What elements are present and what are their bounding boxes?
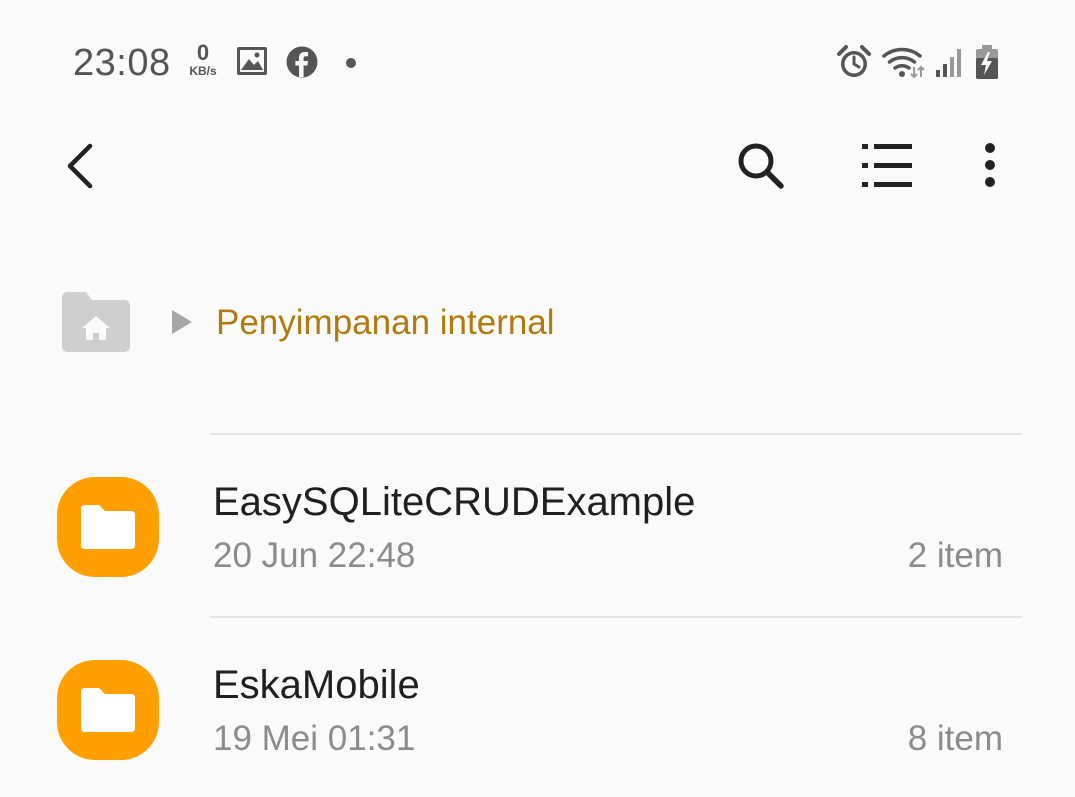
network-speed-value: 0 xyxy=(196,40,210,65)
breadcrumb-current-location[interactable]: Penyimpanan internal xyxy=(216,303,555,343)
file-name: EasySQLiteCRUDExample xyxy=(213,480,696,524)
battery-charging-icon xyxy=(976,45,998,79)
facebook-icon xyxy=(286,46,318,78)
file-date: 20 Jun 22:48 xyxy=(213,536,416,575)
file-item-count: 8 item xyxy=(907,719,1003,758)
wifi-icon xyxy=(882,47,925,79)
status-time: 23:08 xyxy=(73,42,171,84)
status-bar: 23:08 0 KB/s xyxy=(0,0,1075,120)
gallery-icon xyxy=(237,47,267,75)
more-options-icon[interactable] xyxy=(980,142,1000,190)
breadcrumb-arrow-icon xyxy=(172,310,192,334)
file-date: 19 Mei 01:31 xyxy=(213,719,416,758)
folder-icon xyxy=(57,477,159,577)
alarm-icon xyxy=(837,45,871,77)
network-speed-unit: KB/s xyxy=(189,64,217,78)
search-icon[interactable] xyxy=(735,140,787,192)
home-folder-icon[interactable] xyxy=(60,290,132,354)
list-item[interactable]: EskaMobile 19 Mei 01:31 8 item xyxy=(0,618,1075,778)
dot-icon xyxy=(346,58,356,68)
folder-icon xyxy=(57,660,159,760)
file-name: EskaMobile xyxy=(213,663,420,707)
network-speed-indicator: 0 KB/s xyxy=(183,42,223,86)
file-item-count: 2 item xyxy=(907,536,1003,575)
list-item[interactable]: EasySQLiteCRUDExample 20 Jun 22:48 2 ite… xyxy=(0,435,1075,595)
signal-icon xyxy=(936,49,961,77)
back-icon[interactable] xyxy=(60,140,100,192)
file-manager-screen: 23:08 0 KB/s Penyimpanan internal EasySQ… xyxy=(0,0,1075,797)
list-view-icon[interactable] xyxy=(860,142,916,190)
